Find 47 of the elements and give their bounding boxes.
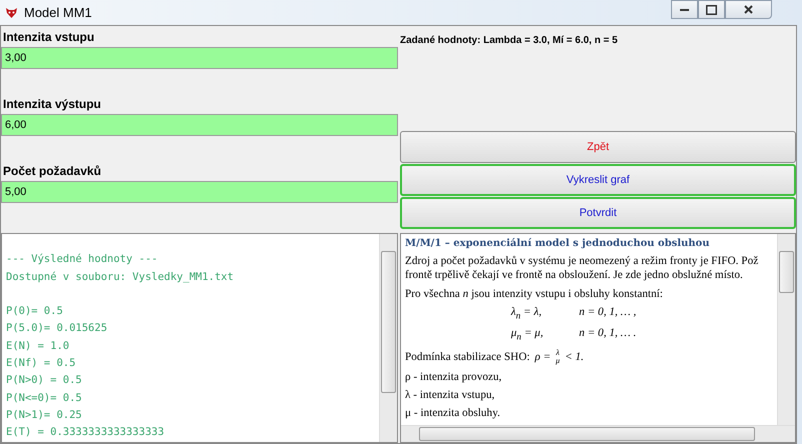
fraction-numerator: λ: [556, 348, 560, 356]
equation: λ$_{n}$ = λ,: [511, 306, 543, 322]
horizontal-scrollbar[interactable]: [401, 425, 795, 442]
paragraph-line: Zdroj a počet požadavků v systému je neomezený a režim fronty je FIFO. Pož: [405, 254, 760, 268]
close-icon: [744, 5, 753, 14]
equation: ρ =: [534, 350, 551, 362]
result-line: P(N<=0)= 0.5: [6, 390, 83, 406]
result-line: P(0)= 0.5: [6, 304, 64, 320]
condition-label: Podmínka stabilizace SHO:: [405, 350, 530, 362]
minimize-icon: [680, 8, 689, 10]
maximize-button[interactable]: [698, 0, 725, 19]
description-heading: M/M/1 – exponenciální model s jednoduchou obsluhou: [405, 238, 710, 249]
given-values-text: Zadané hodnoty: Lambda = 3.0, Mí = 6.0, n = 5: [400, 34, 619, 48]
result-line: P(5.0)= 0.015625: [6, 321, 108, 336]
vertical-scrollbar[interactable]: [777, 234, 795, 425]
input-field[interactable]: 3,00: [1, 47, 398, 69]
paragraph-line: frontě trpělivě čekají ve frontě na obsloužení. Je zde jedno obslužné místo.: [405, 268, 744, 282]
result-line: P(N>1)= 0.25: [6, 408, 83, 423]
close-button[interactable]: [725, 0, 772, 19]
equation: n = 0, 1, … ,: [579, 306, 636, 320]
fraction-denominator: μ: [556, 356, 560, 364]
input-field[interactable]: 5,00: [1, 181, 398, 203]
result-line: Dostupné v souboru: Vysledky_MM1.txt: [6, 270, 235, 285]
input-field[interactable]: 6,00: [1, 114, 398, 136]
paragraph: ρ - intenzita provozu,: [405, 370, 503, 382]
minimize-button[interactable]: [671, 0, 698, 19]
button[interactable]: Vykreslit graf: [400, 164, 796, 196]
field-label: Intenzita vstupu: [2, 30, 96, 46]
app-icon: [5, 6, 18, 19]
result-line: E(Nf) = 0.5: [6, 356, 77, 372]
equation: μ$_{n}$ = μ,: [511, 327, 544, 342]
field-label: Intenzita výstupu: [2, 97, 102, 113]
equation: n = 0, 1, … .: [579, 327, 636, 342]
button[interactable]: Potvrdit: [400, 197, 796, 229]
button[interactable]: Zpět: [400, 131, 796, 163]
window-title: Model MM1: [24, 5, 92, 20]
result-line: P(N>0) = 0.5: [6, 373, 83, 388]
result-line: E(N) = 1.0: [6, 338, 70, 354]
paragraph: Pro všechna n jsou intenzity vstupu i obsluhy konstantní:: [405, 288, 664, 300]
paragraph: μ - intenzita obsluhy.: [405, 406, 502, 418]
result-line: --- Výsledné hodnoty ---: [6, 252, 159, 268]
vertical-scrollbar[interactable]: [379, 234, 397, 442]
maximize-icon: [706, 4, 717, 14]
result-line: E(T) = 0.3333333333333333: [6, 425, 166, 440]
field-label: Počet požadavků: [2, 164, 102, 180]
paragraph: λ - intenzita vstupu,: [405, 388, 496, 400]
equation: < 1.: [564, 350, 584, 362]
